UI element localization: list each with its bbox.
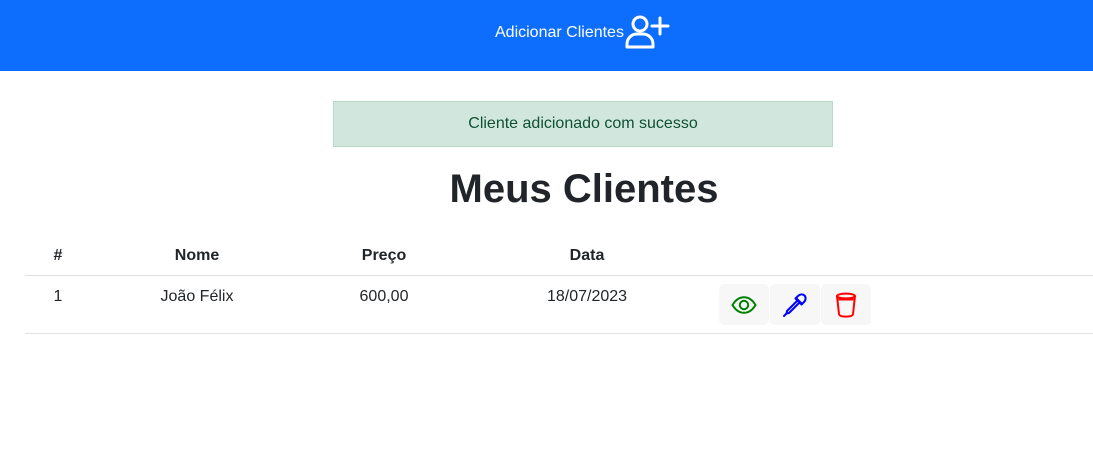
header-preco: Preço [361, 247, 407, 264]
view-button[interactable] [719, 284, 769, 325]
navbar: Adicionar Clientes [0, 0, 1093, 71]
delete-button[interactable] [821, 284, 871, 325]
header-data: Data [569, 247, 605, 264]
table-header-row: # Nome Preço Data [25, 236, 1093, 276]
add-clients-label: Adicionar Clientes [495, 24, 624, 41]
header-id: # [53, 247, 63, 264]
cell-nome: João Félix [160, 288, 234, 305]
header-nome: Nome [174, 247, 220, 264]
cell-preco: 600,00 [359, 288, 409, 305]
table-row: 1 João Félix 600,00 18/07/2023 [25, 276, 1093, 334]
edit-button[interactable] [770, 284, 820, 325]
eye-icon [731, 295, 757, 314]
cup-icon [836, 292, 856, 318]
success-alert: Cliente adicionado com sucesso [333, 101, 833, 147]
alert-message: Cliente adicionado com sucesso [468, 115, 698, 132]
cell-data: 18/07/2023 [546, 288, 628, 305]
cell-id: 1 [53, 288, 63, 305]
add-clients-link[interactable]: Adicionar Clientes [495, 14, 671, 50]
person-plus-icon [625, 15, 670, 49]
page-title: Meus Clientes [449, 167, 719, 211]
eyedropper-icon [783, 292, 807, 317]
